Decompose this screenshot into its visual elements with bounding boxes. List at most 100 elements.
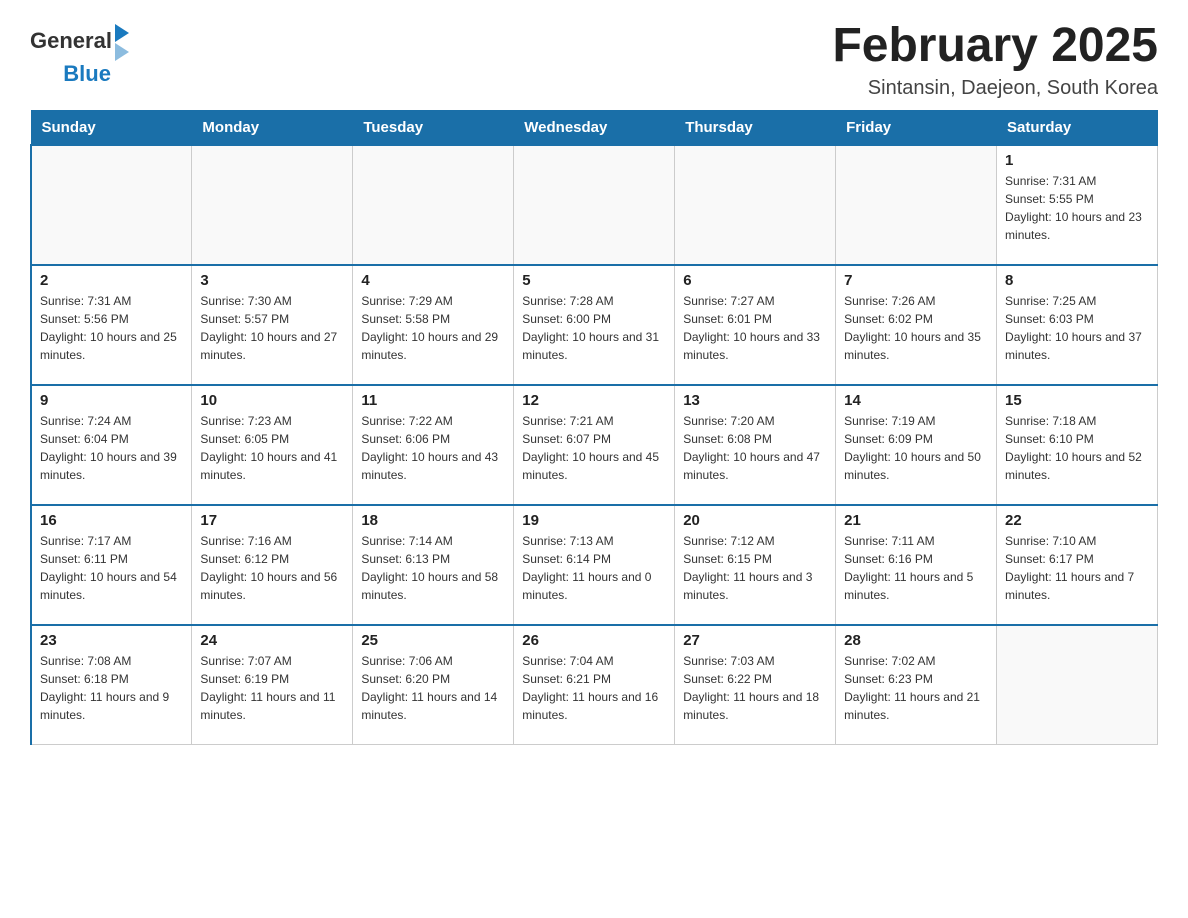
calendar-cell (514, 145, 675, 265)
page-header: General Blue February 2025 Sintansin, Da… (30, 20, 1158, 100)
title-block: February 2025 Sintansin, Daejeon, South … (832, 20, 1158, 100)
day-number: 16 (40, 512, 183, 529)
day-number: 12 (522, 392, 666, 409)
day-info: Sunrise: 7:31 AMSunset: 5:56 PMDaylight:… (40, 292, 183, 364)
day-info: Sunrise: 7:22 AMSunset: 6:06 PMDaylight:… (361, 412, 505, 484)
day-number: 28 (844, 632, 988, 649)
calendar-cell (353, 145, 514, 265)
location: Sintansin, Daejeon, South Korea (832, 77, 1158, 100)
day-number: 24 (200, 632, 344, 649)
column-header-sunday: Sunday (31, 110, 192, 145)
calendar-cell: 1 Sunrise: 7:31 AMSunset: 5:55 PMDaylight… (997, 145, 1158, 265)
day-info: Sunrise: 7:24 AMSunset: 6:04 PMDaylight:… (40, 412, 183, 484)
calendar-cell: 12 Sunrise: 7:21 AMSunset: 6:07 PMDayligh… (514, 385, 675, 505)
day-number: 17 (200, 512, 344, 529)
column-header-tuesday: Tuesday (353, 110, 514, 145)
day-number: 27 (683, 632, 827, 649)
day-info: Sunrise: 7:16 AMSunset: 6:12 PMDaylight:… (200, 532, 344, 604)
day-number: 6 (683, 272, 827, 289)
column-header-monday: Monday (192, 110, 353, 145)
calendar-cell: 15 Sunrise: 7:18 AMSunset: 6:10 PMDayligh… (997, 385, 1158, 505)
day-number: 14 (844, 392, 988, 409)
day-info: Sunrise: 7:06 AMSunset: 6:20 PMDaylight:… (361, 652, 505, 724)
day-info: Sunrise: 7:21 AMSunset: 6:07 PMDaylight:… (522, 412, 666, 484)
calendar-week-row: 9 Sunrise: 7:24 AMSunset: 6:04 PMDaylight… (31, 385, 1158, 505)
day-info: Sunrise: 7:13 AMSunset: 6:14 PMDaylight:… (522, 532, 666, 604)
day-info: Sunrise: 7:18 AMSunset: 6:10 PMDaylight:… (1005, 412, 1149, 484)
calendar-cell: 28Sunrise: 7:02 AMSunset: 6:23 PMDayligh… (836, 625, 997, 745)
column-header-wednesday: Wednesday (514, 110, 675, 145)
day-number: 7 (844, 272, 988, 289)
column-header-friday: Friday (836, 110, 997, 145)
calendar-week-row: 2 Sunrise: 7:31 AMSunset: 5:56 PMDaylight… (31, 265, 1158, 385)
calendar-cell (836, 145, 997, 265)
calendar-week-row: 23 Sunrise: 7:08 AMSunset: 6:18 PMDayligh… (31, 625, 1158, 745)
day-number: 5 (522, 272, 666, 289)
calendar-cell: 25 Sunrise: 7:06 AMSunset: 6:20 PMDayligh… (353, 625, 514, 745)
calendar-week-row: 16Sunrise: 7:17 AMSunset: 6:11 PMDayligh… (31, 505, 1158, 625)
day-info: Sunrise: 7:11 AMSunset: 6:16 PMDaylight:… (844, 532, 988, 604)
calendar-cell: 20Sunrise: 7:12 AMSunset: 6:15 PMDayligh… (675, 505, 836, 625)
logo-general: General (30, 28, 112, 54)
logo-blue: Blue (63, 61, 111, 87)
calendar-cell: 21 Sunrise: 7:11 AMSunset: 6:16 PMDayligh… (836, 505, 997, 625)
day-number: 21 (844, 512, 988, 529)
calendar-cell: 22Sunrise: 7:10 AMSunset: 6:17 PMDayligh… (997, 505, 1158, 625)
day-info: Sunrise: 7:28 AMSunset: 6:00 PMDaylight:… (522, 292, 666, 364)
calendar-header-row: SundayMondayTuesdayWednesdayThursdayFrid… (31, 110, 1158, 145)
day-number: 9 (40, 392, 183, 409)
day-number: 15 (1005, 392, 1149, 409)
calendar-cell (192, 145, 353, 265)
calendar-cell (997, 625, 1158, 745)
day-number: 10 (200, 392, 344, 409)
day-number: 1 (1005, 152, 1149, 169)
day-number: 13 (683, 392, 827, 409)
day-number: 4 (361, 272, 505, 289)
calendar-cell: 8 Sunrise: 7:25 AMSunset: 6:03 PMDaylight… (997, 265, 1158, 385)
day-info: Sunrise: 7:27 AMSunset: 6:01 PMDaylight:… (683, 292, 827, 364)
calendar-cell: 17 Sunrise: 7:16 AMSunset: 6:12 PMDayligh… (192, 505, 353, 625)
calendar-table: SundayMondayTuesdayWednesdayThursdayFrid… (30, 110, 1158, 746)
calendar-cell: 14Sunrise: 7:19 AMSunset: 6:09 PMDayligh… (836, 385, 997, 505)
calendar-cell: 2 Sunrise: 7:31 AMSunset: 5:56 PMDaylight… (31, 265, 192, 385)
day-number: 26 (522, 632, 666, 649)
calendar-cell: 3Sunrise: 7:30 AMSunset: 5:57 PMDaylight… (192, 265, 353, 385)
calendar-cell: 16Sunrise: 7:17 AMSunset: 6:11 PMDayligh… (31, 505, 192, 625)
column-header-thursday: Thursday (675, 110, 836, 145)
day-info: Sunrise: 7:29 AMSunset: 5:58 PMDaylight:… (361, 292, 505, 364)
calendar-cell: 24 Sunrise: 7:07 AMSunset: 6:19 PMDayligh… (192, 625, 353, 745)
day-number: 2 (40, 272, 183, 289)
calendar-cell: 13 Sunrise: 7:20 AMSunset: 6:08 PMDayligh… (675, 385, 836, 505)
day-info: Sunrise: 7:25 AMSunset: 6:03 PMDaylight:… (1005, 292, 1149, 364)
day-info: Sunrise: 7:14 AMSunset: 6:13 PMDaylight:… (361, 532, 505, 604)
calendar-cell: 10 Sunrise: 7:23 AMSunset: 6:05 PMDayligh… (192, 385, 353, 505)
day-number: 18 (361, 512, 505, 529)
day-info: Sunrise: 7:26 AMSunset: 6:02 PMDaylight:… (844, 292, 988, 364)
day-number: 23 (40, 632, 183, 649)
day-info: Sunrise: 7:08 AMSunset: 6:18 PMDaylight:… (40, 652, 183, 724)
day-info: Sunrise: 7:12 AMSunset: 6:15 PMDaylight:… (683, 532, 827, 604)
day-info: Sunrise: 7:31 AMSunset: 5:55 PMDaylight:… (1005, 172, 1149, 244)
calendar-cell: 11Sunrise: 7:22 AMSunset: 6:06 PMDayligh… (353, 385, 514, 505)
day-info: Sunrise: 7:23 AMSunset: 6:05 PMDaylight:… (200, 412, 344, 484)
day-info: Sunrise: 7:10 AMSunset: 6:17 PMDaylight:… (1005, 532, 1149, 604)
calendar-cell: 7 Sunrise: 7:26 AMSunset: 6:02 PMDaylight… (836, 265, 997, 385)
calendar-cell: 4 Sunrise: 7:29 AMSunset: 5:58 PMDaylight… (353, 265, 514, 385)
month-title: February 2025 (832, 20, 1158, 73)
day-number: 8 (1005, 272, 1149, 289)
column-header-saturday: Saturday (997, 110, 1158, 145)
day-info: Sunrise: 7:30 AMSunset: 5:57 PMDaylight:… (200, 292, 344, 364)
day-info: Sunrise: 7:07 AMSunset: 6:19 PMDaylight:… (200, 652, 344, 724)
calendar-cell: 26Sunrise: 7:04 AMSunset: 6:21 PMDayligh… (514, 625, 675, 745)
day-number: 19 (522, 512, 666, 529)
day-info: Sunrise: 7:20 AMSunset: 6:08 PMDaylight:… (683, 412, 827, 484)
calendar-cell (31, 145, 192, 265)
calendar-cell: 6 Sunrise: 7:27 AMSunset: 6:01 PMDaylight… (675, 265, 836, 385)
calendar-cell: 5 Sunrise: 7:28 AMSunset: 6:00 PMDaylight… (514, 265, 675, 385)
calendar-cell: 19 Sunrise: 7:13 AMSunset: 6:14 PMDayligh… (514, 505, 675, 625)
day-number: 25 (361, 632, 505, 649)
calendar-cell: 18 Sunrise: 7:14 AMSunset: 6:13 PMDayligh… (353, 505, 514, 625)
calendar-cell: 27 Sunrise: 7:03 AMSunset: 6:22 PMDayligh… (675, 625, 836, 745)
calendar-week-row: 1 Sunrise: 7:31 AMSunset: 5:55 PMDaylight… (31, 145, 1158, 265)
day-info: Sunrise: 7:03 AMSunset: 6:22 PMDaylight:… (683, 652, 827, 724)
